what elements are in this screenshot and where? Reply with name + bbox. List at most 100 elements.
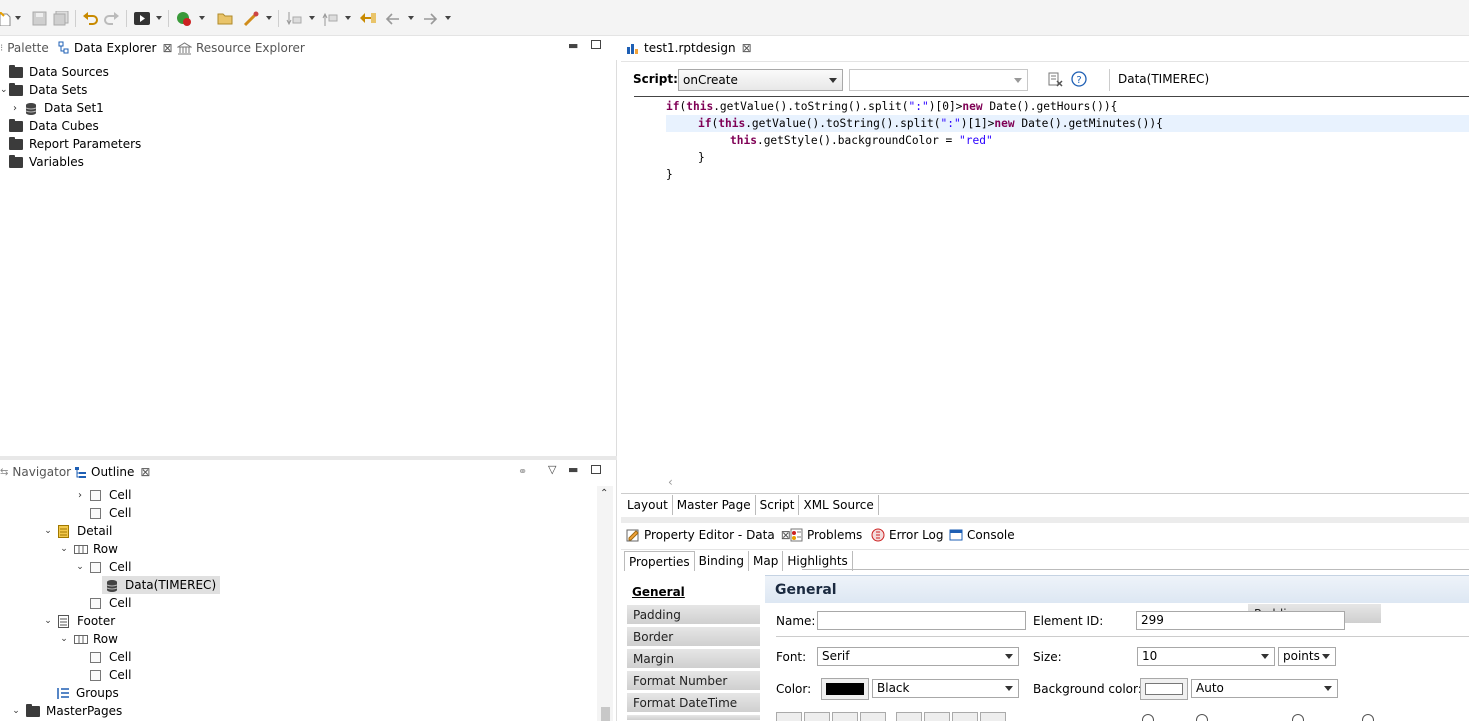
- color-select[interactable]: Black: [872, 679, 1019, 698]
- debug-icon[interactable]: [175, 10, 193, 27]
- category-more[interactable]: [627, 715, 760, 721]
- tab-xml-source[interactable]: XML Source: [799, 495, 879, 515]
- scroll-left-icon[interactable]: ‹: [668, 475, 673, 489]
- bg-color-swatch-button[interactable]: [1140, 678, 1188, 700]
- align-left-button[interactable]: [896, 712, 922, 721]
- deploy-dropdown-icon[interactable]: [266, 16, 272, 20]
- run-report-icon[interactable]: [133, 10, 151, 27]
- align-center-button[interactable]: [924, 712, 950, 721]
- script-method-select[interactable]: [849, 69, 1028, 91]
- italic-button[interactable]: [804, 712, 830, 721]
- tab-outline[interactable]: Outline ⊠: [74, 460, 150, 484]
- next-annotation-icon[interactable]: [286, 10, 302, 27]
- font-select[interactable]: Serif: [817, 647, 1019, 666]
- tree-item-cell[interactable]: Cell: [90, 504, 131, 522]
- category-border[interactable]: Border: [627, 627, 760, 647]
- run-dropdown-icon[interactable]: [156, 16, 162, 20]
- minimize-icon[interactable]: ▬: [568, 463, 578, 476]
- tab-master-page[interactable]: Master Page: [673, 495, 756, 515]
- chevron-down-icon[interactable]: ⌄: [10, 706, 22, 716]
- save-all-icon[interactable]: [53, 10, 69, 27]
- tree-item-data-timerec[interactable]: Data(TIMEREC): [102, 576, 221, 594]
- tree-item-row[interactable]: ⌄ Row: [58, 630, 118, 648]
- save-icon[interactable]: [31, 10, 47, 27]
- element-id-field[interactable]: 299: [1136, 611, 1345, 630]
- tree-item-report-parameters[interactable]: Report Parameters: [9, 135, 141, 153]
- tab-error-log[interactable]: Error Log: [871, 523, 944, 547]
- category-padding[interactable]: Padding: [627, 605, 760, 625]
- close-icon[interactable]: ⊠: [162, 41, 172, 55]
- tree-item-footer[interactable]: ⌄ Footer: [42, 612, 115, 630]
- tree-item-groups[interactable]: Groups: [57, 684, 119, 702]
- tab-resource-explorer[interactable]: Resource Explorer: [177, 36, 305, 60]
- tab-layout[interactable]: Layout: [623, 495, 673, 515]
- color-swatch-button[interactable]: [821, 678, 869, 700]
- bg-color-select[interactable]: Auto: [1191, 679, 1338, 698]
- tree-item-cell[interactable]: › Cell: [74, 486, 131, 504]
- justify-button[interactable]: [980, 712, 1006, 721]
- back-icon[interactable]: [385, 10, 401, 27]
- tree-item-cell[interactable]: Cell: [90, 648, 131, 666]
- subtab-highlights[interactable]: Highlights: [783, 551, 853, 571]
- tree-item-row[interactable]: ⌄ Row: [58, 540, 118, 558]
- chevron-right-icon[interactable]: ›: [9, 103, 21, 114]
- next-annotation-dropdown-icon[interactable]: [309, 16, 315, 20]
- scrollbar-thumb[interactable]: [601, 707, 610, 721]
- chevron-right-icon[interactable]: ›: [74, 490, 86, 501]
- tree-item-data-sources[interactable]: Data Sources: [0, 63, 109, 81]
- tree-item-detail[interactable]: ⌄ Detail: [42, 522, 112, 540]
- tree-item-cell[interactable]: Cell: [90, 666, 131, 684]
- strikethrough-button[interactable]: [860, 712, 886, 721]
- size-select[interactable]: 10: [1137, 647, 1275, 666]
- tab-navigator[interactable]: ⇆ Navigator: [0, 460, 71, 484]
- chevron-down-icon[interactable]: ⌄: [58, 634, 70, 644]
- tab-palette[interactable]: ⁝ Palette: [0, 36, 49, 60]
- prev-annotation-icon[interactable]: [322, 10, 338, 27]
- maximize-icon[interactable]: [591, 40, 601, 49]
- view-menu-icon[interactable]: ▽: [548, 463, 556, 476]
- chevron-down-icon[interactable]: ⌄: [58, 544, 70, 554]
- deploy-icon[interactable]: [242, 10, 260, 27]
- maximize-icon[interactable]: [591, 465, 601, 474]
- tree-item-cell[interactable]: ⌄ Cell: [74, 558, 131, 576]
- chevron-down-icon[interactable]: ⌄: [42, 526, 54, 536]
- chevron-down-icon[interactable]: ⌄: [0, 85, 8, 95]
- tab-test1-rptdesign[interactable]: test1.rptdesign ⊠: [626, 36, 752, 60]
- tab-console[interactable]: Console: [949, 523, 1015, 547]
- tree-item-variables[interactable]: Variables: [9, 153, 84, 171]
- chevron-down-icon[interactable]: ⌄: [42, 616, 54, 626]
- subtab-map[interactable]: Map: [749, 551, 784, 571]
- prev-annotation-dropdown-icon[interactable]: [345, 16, 351, 20]
- tree-item-data-cubes[interactable]: Data Cubes: [9, 117, 99, 135]
- undo-icon[interactable]: [82, 10, 98, 27]
- bold-button[interactable]: [776, 712, 802, 721]
- tab-problems[interactable]: Problems: [790, 523, 862, 547]
- radio-auto[interactable]: [1142, 714, 1154, 721]
- tab-data-explorer[interactable]: Data Explorer ⊠: [58, 36, 173, 60]
- tree-item-data-sets[interactable]: ⌄ Data Sets: [0, 81, 87, 99]
- close-icon[interactable]: ⊠: [140, 465, 150, 479]
- minimize-icon[interactable]: ▬: [568, 39, 578, 52]
- subtab-properties[interactable]: Properties: [624, 551, 695, 571]
- close-icon[interactable]: ⊠: [742, 41, 752, 55]
- name-input[interactable]: [817, 611, 1026, 630]
- radio-preformatted[interactable]: [1362, 714, 1374, 721]
- reset-script-icon[interactable]: [1048, 72, 1064, 88]
- tree-item-masterpages[interactable]: ⌄ MasterPages: [10, 702, 122, 720]
- redo-icon[interactable]: [104, 10, 120, 27]
- subtab-binding[interactable]: Binding: [695, 551, 750, 571]
- underline-button[interactable]: [832, 712, 858, 721]
- code-editor[interactable]: if(this.getValue().toString().split(":")…: [666, 97, 1469, 477]
- outline-scrollbar[interactable]: ⌃: [597, 486, 613, 721]
- category-general[interactable]: General: [627, 581, 760, 603]
- open-folder-icon[interactable]: [217, 10, 235, 27]
- new-icon[interactable]: [0, 10, 12, 27]
- chevron-down-icon[interactable]: ⌄: [74, 562, 86, 572]
- radio-normal[interactable]: [1292, 714, 1304, 721]
- new-dropdown-icon[interactable]: [15, 16, 21, 20]
- forward-dropdown-icon[interactable]: [445, 16, 451, 20]
- category-format-datetime[interactable]: Format DateTime: [627, 693, 760, 713]
- last-edit-location-icon[interactable]: [359, 10, 377, 27]
- tab-script[interactable]: Script: [755, 495, 800, 515]
- help-icon[interactable]: ?: [1071, 71, 1087, 87]
